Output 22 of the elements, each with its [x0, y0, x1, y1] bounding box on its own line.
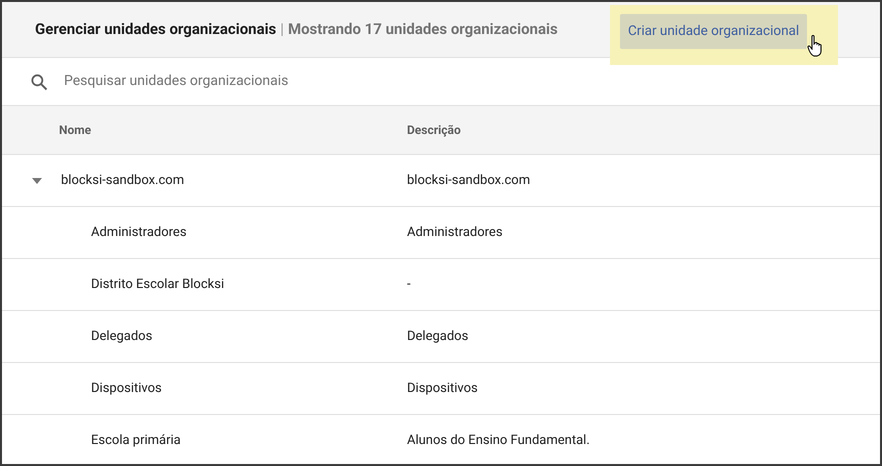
unit-name[interactable]: blocksi-sandbox.com: [61, 170, 184, 190]
column-header: Descrição: [407, 122, 461, 139]
unit-description: Alunos do Ensino Fundamental.: [407, 432, 590, 450]
unit-name[interactable]: Dispositivos: [91, 378, 162, 398]
page-title: Gerenciar unidades organizacionais: [35, 19, 276, 40]
unit-name[interactable]: Escola primária: [91, 430, 181, 450]
unit-description: blocksi-sandbox.com: [407, 172, 530, 190]
unit-name[interactable]: Delegados: [91, 326, 152, 346]
search-icon: [29, 72, 49, 92]
unit-description: Administradores: [407, 224, 503, 242]
caret-icon: [32, 178, 42, 184]
column-header: Nome: [58, 122, 92, 139]
unit-description: Delegados: [407, 328, 468, 346]
unit-count: Mostrando 17 unidades organizacionais: [288, 19, 558, 40]
unit-description: -: [407, 276, 411, 294]
title-separator: |: [280, 19, 284, 40]
unit-name[interactable]: Administradores: [91, 222, 187, 242]
search-field[interactable]: Pesquisar unidades organizacionais: [64, 71, 564, 92]
create-unit-button[interactable]: Criar unidade organizacional: [620, 14, 808, 49]
hand-cursor-icon: [807, 35, 823, 57]
unit-description: Dispositivos: [407, 380, 478, 398]
unit-name[interactable]: Distrito Escolar Blocksi: [91, 274, 224, 294]
